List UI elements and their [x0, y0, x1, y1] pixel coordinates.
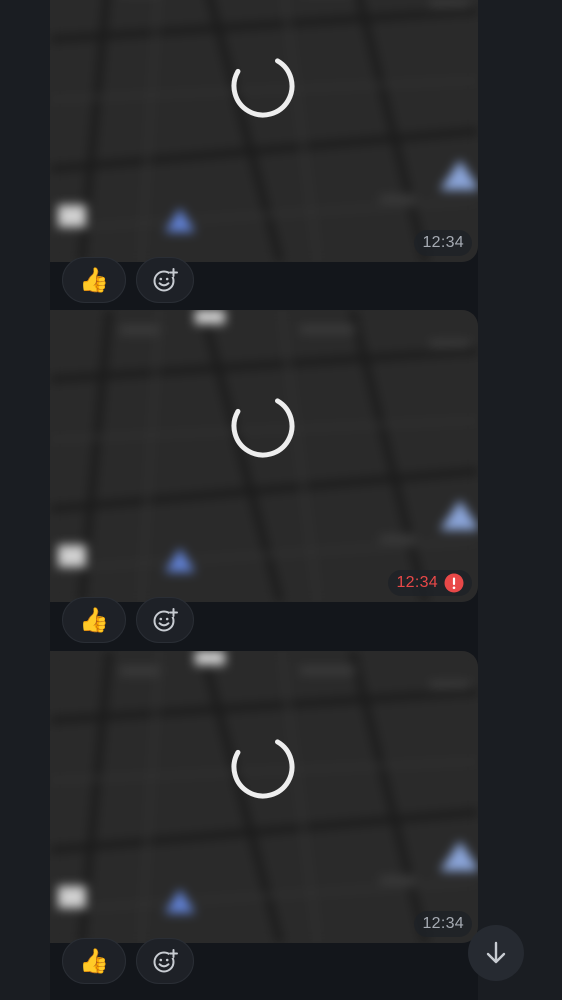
error-icon[interactable]: [444, 573, 464, 593]
loading-spinner-icon: [230, 53, 296, 119]
reaction-bar: 👍: [62, 257, 194, 303]
thumbs-up-reaction[interactable]: 👍: [62, 257, 126, 303]
add-reaction-icon: [152, 607, 178, 633]
reaction-bar: 👍: [62, 597, 194, 643]
thumbs-up-reaction[interactable]: 👍: [62, 938, 126, 984]
map-preview: [50, 0, 478, 262]
add-reaction-button[interactable]: [136, 938, 194, 984]
scroll-to-bottom-button[interactable]: [468, 925, 524, 981]
add-reaction-button[interactable]: [136, 257, 194, 303]
message-timestamp[interactable]: 12:34: [388, 570, 472, 596]
message-timestamp: 12:34: [414, 230, 472, 256]
arrow-down-icon: [486, 941, 506, 964]
time-label: 12:34: [422, 915, 464, 932]
time-label: 12:34: [396, 574, 438, 591]
add-reaction-button[interactable]: [136, 597, 194, 643]
image-bubble[interactable]: 12:34: [50, 651, 478, 943]
loading-spinner-icon: [230, 734, 296, 800]
loading-spinner-icon: [230, 393, 296, 459]
image-bubble[interactable]: 12:34: [50, 310, 478, 602]
image-bubble[interactable]: 12:34: [50, 0, 478, 262]
message-timestamp: 12:34: [414, 911, 472, 937]
reaction-bar: 👍: [62, 938, 194, 984]
add-reaction-icon: [152, 267, 178, 293]
thumbs-up-reaction[interactable]: 👍: [62, 597, 126, 643]
time-label: 12:34: [422, 234, 464, 251]
add-reaction-icon: [152, 948, 178, 974]
right-margin: [478, 0, 562, 1000]
left-margin: [0, 0, 50, 1000]
